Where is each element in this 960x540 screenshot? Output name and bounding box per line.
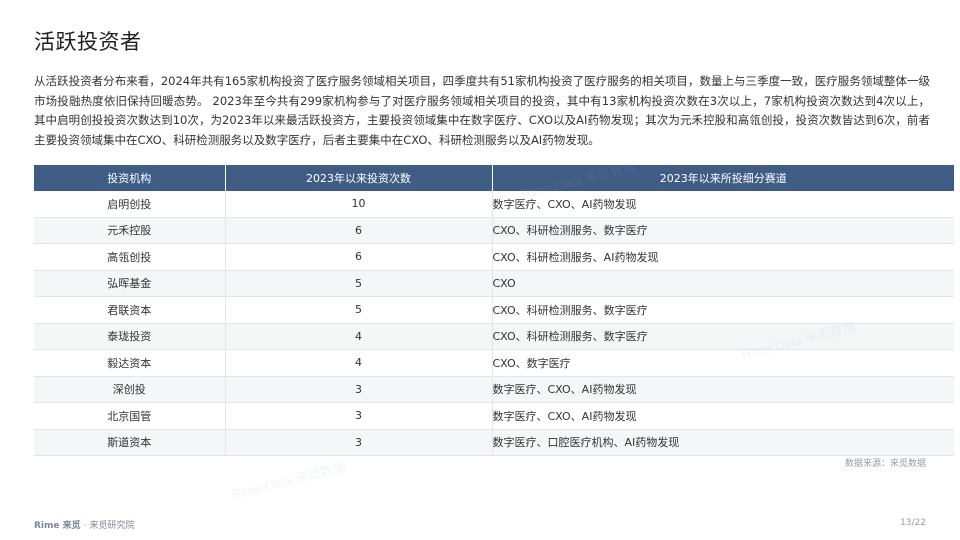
cell-count: 6	[225, 217, 493, 244]
cell-count: 5	[225, 296, 493, 324]
cell-tracks: CXO、科研检测服务、数字医疗	[492, 296, 954, 324]
data-source-note: 数据来源：来觅数据	[844, 459, 926, 469]
header-investor: 投资机构	[34, 165, 226, 191]
cell-investor: 君联资本	[34, 296, 226, 324]
cell-count: 3	[225, 376, 493, 403]
table-header-row: 投资机构 2023年以来投资次数 2023年以来所投细分赛道	[34, 165, 954, 191]
cell-count: 3	[225, 429, 493, 456]
cell-tracks: CXO、科研检测服务、数字医疗	[492, 217, 954, 244]
cell-tracks: CXO	[492, 270, 954, 297]
header-tracks: 2023年以来所投细分赛道	[492, 165, 954, 191]
footer-brand: Rime 来觅 · 来觅研究院	[34, 518, 135, 531]
cell-count: 4	[225, 323, 493, 350]
cell-tracks: CXO、科研检测服务、数字医疗	[492, 323, 954, 350]
cell-count: 4	[225, 349, 493, 377]
cell-tracks: 数字医疗、CXO、AI药物发现	[492, 191, 954, 218]
table-row: 北京国管 3 数字医疗、CXO、AI药物发现	[34, 402, 954, 430]
cell-count: 3	[225, 402, 493, 430]
table-row: 高瓴创投 6 CXO、科研检测服务、AI药物发现	[34, 243, 954, 271]
table-row: 深创投 3 数字医疗、CXO、AI药物发现	[34, 376, 954, 403]
cell-tracks: CXO、科研检测服务、AI药物发现	[492, 243, 954, 271]
brand-org: · 来觅研究院	[83, 521, 135, 531]
cell-investor: 元禾控股	[34, 217, 226, 244]
cell-tracks: 数字医疗、CXO、AI药物发现	[492, 402, 954, 430]
cell-investor: 北京国管	[34, 402, 226, 430]
cell-tracks: 数字医疗、CXO、AI药物发现	[492, 376, 954, 403]
page-number: 13/22	[900, 518, 926, 528]
table-row: 弘晖基金 5 CXO	[34, 270, 954, 297]
table-row: 君联资本 5 CXO、科研检测服务、数字医疗	[34, 296, 954, 324]
cell-investor: 高瓴创投	[34, 243, 226, 271]
table-row: 毅达资本 4 CXO、数字医疗	[34, 349, 954, 377]
cell-count: 10	[225, 191, 493, 218]
table-row: 泰珑投资 4 CXO、科研检测服务、数字医疗	[34, 323, 954, 350]
table-row: 启明创投 10 数字医疗、CXO、AI药物发现	[34, 191, 954, 218]
table-row: 斯道资本 3 数字医疗、口腔医疗机构、AI药物发现	[34, 429, 954, 456]
header-count: 2023年以来投资次数	[225, 165, 493, 191]
brand-logo: Rime 来觅	[34, 521, 81, 531]
cell-investor: 弘晖基金	[34, 270, 226, 297]
cell-investor: 毅达资本	[34, 349, 226, 377]
cell-investor: 斯道资本	[34, 429, 226, 456]
cell-investor: 泰珑投资	[34, 323, 226, 350]
cell-tracks: 数字医疗、口腔医疗机构、AI药物发现	[492, 429, 954, 456]
cell-investor: 深创投	[34, 376, 226, 403]
cell-count: 5	[225, 270, 493, 297]
table-row: 元禾控股 6 CXO、科研检测服务、数字医疗	[34, 217, 954, 244]
cell-tracks: CXO、数字医疗	[492, 349, 954, 377]
watermark: Rime Data 来觅数据	[230, 459, 348, 502]
page-title: 活跃投资者	[34, 30, 142, 54]
intro-paragraph: 从活跃投资者分布来看，2024年共有165家机构投资了医疗服务领域相关项目，四季…	[34, 74, 930, 147]
cell-investor: 启明创投	[34, 191, 226, 218]
investor-table: 投资机构 2023年以来投资次数 2023年以来所投细分赛道 启明创投 10 数…	[34, 165, 954, 456]
cell-count: 6	[225, 243, 493, 271]
